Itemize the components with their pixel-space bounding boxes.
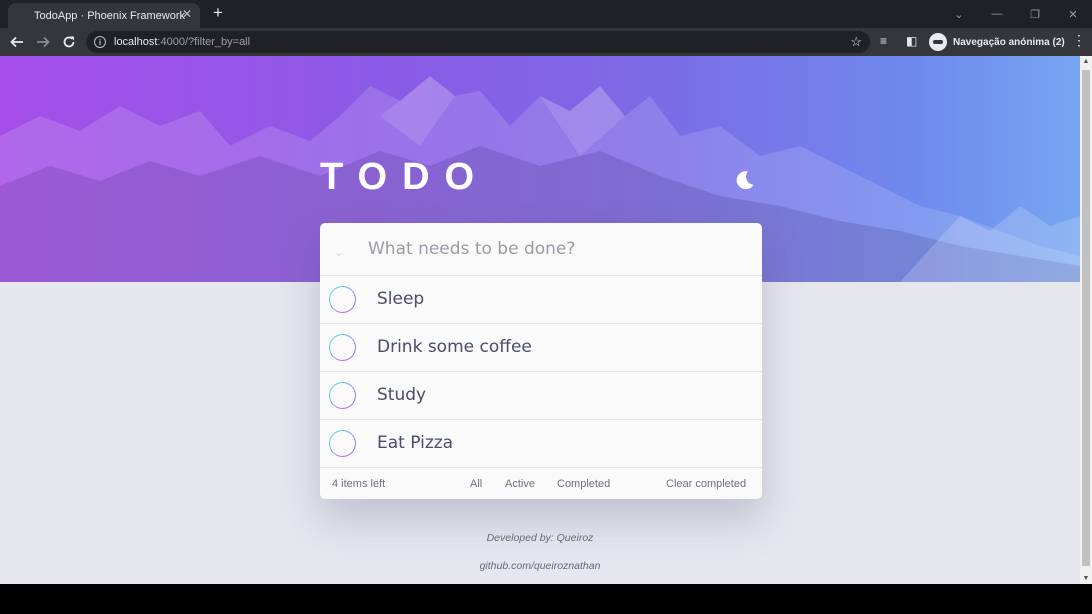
todo-item: Sleep (320, 276, 762, 324)
todo-checkbox[interactable] (329, 334, 356, 361)
todo-item: Study (320, 372, 762, 420)
back-icon[interactable] (7, 32, 27, 52)
close-window-icon[interactable]: ✕ (1054, 0, 1092, 28)
vertical-scrollbar[interactable]: ▲ ▼ (1080, 56, 1092, 584)
incognito-icon (929, 33, 947, 51)
filter-all-button[interactable]: All (470, 478, 482, 490)
reading-list-icon[interactable]: ≡ (880, 34, 887, 48)
browser-tab[interactable]: TodoApp · Phoenix Framework ✕ (8, 3, 200, 28)
menu-kebab-icon[interactable]: ⋮ (1072, 32, 1086, 49)
reload-icon[interactable] (59, 32, 79, 52)
clear-completed-button[interactable]: Clear completed (666, 478, 746, 490)
new-tab-button[interactable]: + (208, 3, 228, 23)
scroll-down-icon[interactable]: ▼ (1080, 575, 1092, 582)
chevron-down-icon[interactable]: ⌄ (334, 245, 344, 259)
todo-card: ⌄ Sleep Drink some coffee Study Eat Pizz… (320, 223, 762, 499)
filter-active-button[interactable]: Active (505, 478, 535, 490)
window-controls: ⌄ — ❐ ✕ (940, 0, 1092, 28)
todo-footer: 4 items left All Active Completed Clear … (320, 468, 762, 499)
new-todo-row: ⌄ (320, 223, 762, 276)
page-viewport: TODO ⌄ Sleep Drink some coffee Study Eat… (0, 56, 1080, 584)
new-todo-input[interactable] (368, 233, 748, 265)
tab-search-icon[interactable]: ⌄ (940, 0, 978, 28)
todo-label[interactable]: Study (377, 385, 426, 405)
todo-item: Eat Pizza (320, 420, 762, 468)
todo-checkbox[interactable] (329, 286, 356, 313)
scroll-up-icon[interactable]: ▲ (1080, 58, 1092, 65)
todo-label[interactable]: Drink some coffee (377, 337, 532, 357)
incognito-profile-button[interactable]: Navegação anónima (2) (929, 32, 1065, 52)
scrollbar-thumb[interactable] (1082, 70, 1090, 566)
tab-close-icon[interactable]: ✕ (182, 7, 192, 21)
todo-checkbox[interactable] (329, 382, 356, 409)
developer-credit: Developed by: Queiroz (486, 532, 594, 544)
profile-label: Navegação anónima (2) (953, 36, 1065, 48)
todo-label[interactable]: Sleep (377, 289, 424, 309)
browser-toolbar: i localhost :4000/?filter_by=all ☆ ≡ ◧ N… (0, 28, 1092, 56)
site-info-icon[interactable]: i (94, 36, 106, 48)
moon-icon[interactable] (733, 169, 755, 191)
side-panel-icon[interactable]: ◧ (906, 34, 917, 48)
address-bar[interactable]: i localhost :4000/?filter_by=all ☆ (86, 31, 870, 53)
url-path: :4000/?filter_by=all (157, 36, 251, 48)
filter-completed-button[interactable]: Completed (557, 478, 610, 490)
taskbar-strip (0, 584, 1092, 614)
restore-icon[interactable]: ❐ (1016, 0, 1054, 28)
items-left-count: 4 items left (332, 478, 386, 490)
github-link[interactable]: github.com/queiroznathan (0, 560, 1080, 572)
bookmark-star-icon[interactable]: ☆ (850, 34, 862, 50)
browser-tab-bar: TodoApp · Phoenix Framework ✕ + ⌄ — ❐ ✕ (0, 0, 1092, 28)
forward-icon[interactable] (33, 32, 53, 52)
url-host: localhost (114, 36, 158, 48)
todo-label[interactable]: Eat Pizza (377, 433, 453, 453)
todo-item: Drink some coffee (320, 324, 762, 372)
app-title: TODO (320, 156, 490, 198)
tab-title: TodoApp · Phoenix Framework (34, 9, 186, 22)
minimize-icon[interactable]: — (978, 0, 1016, 28)
todo-checkbox[interactable] (329, 430, 356, 457)
